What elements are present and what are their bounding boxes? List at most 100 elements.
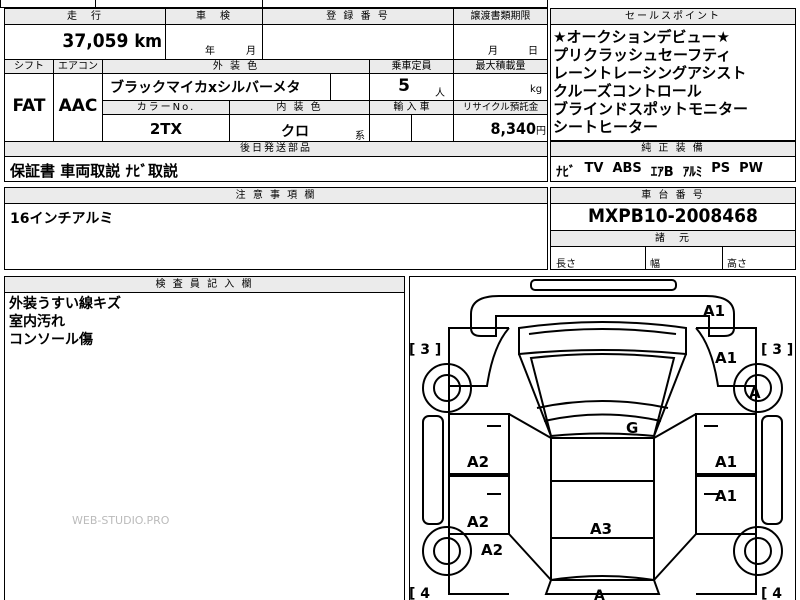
inspector-header: 検 査 員 記 入 欄 (5, 277, 404, 293)
mark-right-rear-door: A1 (715, 487, 737, 505)
mileage-number: 37,059 (62, 30, 129, 52)
left-skirt (422, 415, 444, 525)
interior-header: 内 装 色 (230, 101, 369, 115)
recycle-header: リサイクル預託金 (454, 101, 547, 115)
sales-point-header: セールスポイント (551, 9, 795, 25)
notes-header: 注 意 事 項 欄 (5, 188, 547, 204)
dimension-width: 幅 (650, 259, 660, 270)
transfer-month: 月 (488, 46, 498, 57)
a-pillar-right (653, 353, 687, 437)
mark-rear: A (594, 588, 605, 600)
equipment-item: TV (584, 161, 604, 176)
watermark: WEB-STUDIO.PRO (72, 514, 170, 527)
left-front-wheel (422, 363, 472, 413)
accessories-header: 後日発送部品 (5, 142, 547, 157)
sales-point-item: シートヒーター (553, 118, 659, 136)
sales-point-item: ブラインドスポットモニター (553, 100, 749, 118)
windshield (529, 353, 676, 438)
seat-label-left-bottom: [ 4 (409, 586, 430, 600)
chassis-header: 車 台 番 号 (551, 188, 795, 204)
dimension-height: 高さ (727, 259, 747, 270)
ac-header: エアコン (54, 60, 102, 74)
payload-unit: kg (530, 84, 543, 95)
mark-left-rear-door: A2 (467, 513, 489, 531)
hood-arc (536, 400, 669, 409)
dimension-length: 長さ (556, 259, 576, 270)
right-rear-door (695, 475, 757, 535)
recycle-unit: 円 (536, 126, 546, 137)
equipment-item: ｱﾙﾐ (682, 165, 703, 180)
equipment-item: ABS (612, 161, 642, 176)
left-rear-wheel (422, 526, 472, 576)
inspection-year: 年 (205, 46, 215, 57)
mileage-value: 37,059 km (60, 30, 166, 56)
inspector-note: コンソール傷 (9, 332, 93, 348)
mark-right-wheel: A (749, 384, 761, 402)
hood-inner (528, 328, 677, 335)
sales-point-item: レーントレーシングアシスト (553, 64, 747, 82)
mark-front-right-top: A1 (703, 302, 725, 320)
notes-value: 16インチアルミ (10, 211, 114, 227)
left-sill (508, 413, 552, 581)
exterior-header: 外 装 色 (103, 60, 369, 74)
registration-header: 登 録 番 号 (263, 9, 453, 25)
hood (518, 321, 687, 356)
equipment-list: ﾅﾋﾞ TV ABS ｴｱB ｱﾙﾐ PS PW (556, 161, 796, 180)
mark-windshield: G (626, 419, 638, 437)
mark-roof: A3 (590, 520, 612, 538)
right-sill (653, 413, 697, 581)
recycle-value: 8,340円 (454, 119, 546, 138)
sales-point-item: クルーズコントロール (553, 82, 702, 100)
interior-color-value: クロ (281, 124, 309, 140)
mileage-unit: km (134, 31, 162, 52)
sales-point-item: ★オークションデビュー★ (553, 28, 730, 46)
color-no-value: 2TX (149, 120, 183, 138)
front-bumper-strip (530, 279, 677, 291)
car-damage-diagram: A1 A1 A G A2 A1 A1 A2 A2 A3 A [ 3 ] [ 3 … (409, 279, 793, 600)
right-skirt (761, 415, 783, 525)
equipment-header: 純 正 装 備 (551, 142, 795, 157)
inspector-note: 外装うすい線キズ (9, 296, 121, 312)
import-header: 輸 入 車 (370, 101, 453, 115)
chassis-number: MXPB10-2008468 (588, 205, 758, 227)
payload-header: 最大積載量 (454, 60, 547, 74)
accessories-value: 保証書 車両取説 ﾅﾋﾞ取説 (10, 162, 178, 180)
mark-right-front-door: A1 (715, 453, 737, 471)
interior-suffix: 系 (355, 131, 365, 142)
a-pillar-left (518, 353, 552, 437)
right-rear-wheel (733, 526, 783, 576)
seat-label-right-top: [ 3 ] (761, 342, 793, 358)
capacity-value: 5 (398, 76, 410, 96)
inspection-header: 車 検 (166, 9, 262, 25)
transfer-day: 日 (528, 46, 538, 57)
exterior-color-value: ブラックマイカxシルバーメタ (110, 80, 301, 96)
sales-point-list: ★オークションデビュー★ プリクラッシュセーフティ レーントレーシングアシスト … (553, 28, 793, 136)
transfer-header: 譲渡書類期限 (454, 9, 547, 25)
mark-left-quarter: A2 (481, 541, 503, 559)
mark-right-fender: A1 (715, 349, 737, 367)
shift-value: FAT (12, 96, 46, 116)
seat-label-left-top: [ 3 ] (409, 342, 441, 358)
seat-label-right-bottom: [ 4 (761, 586, 782, 600)
mark-left-front-door: A2 (467, 453, 489, 471)
capacity-header: 乗車定員 (370, 60, 453, 74)
dimensions-header: 諸 元 (551, 231, 795, 247)
equipment-item: PW (739, 161, 763, 176)
sales-point-item: プリクラッシュセーフティ (553, 46, 732, 64)
equipment-item: ｴｱB (650, 165, 674, 180)
roof (550, 437, 655, 581)
left-handles (487, 425, 501, 495)
mileage-header: 走 行 (5, 9, 165, 25)
shift-header: シフト (5, 60, 53, 74)
equipment-item: ﾅﾋﾞ (556, 165, 576, 180)
header-strip (0, 0, 548, 8)
hood-arc-2 (543, 413, 662, 422)
ac-value: AAC (58, 96, 98, 116)
recycle-amount: 8,340 (490, 119, 536, 138)
color-no-header: カラーNo. (103, 101, 229, 115)
capacity-unit: 人 (435, 88, 445, 99)
inspection-month: 月 (246, 46, 256, 57)
equipment-item: PS (711, 161, 731, 176)
inspector-note: 室内汚れ (9, 314, 65, 330)
inspector-notes: 外装うすい線キズ 室内汚れ コンソール傷 (9, 295, 121, 349)
